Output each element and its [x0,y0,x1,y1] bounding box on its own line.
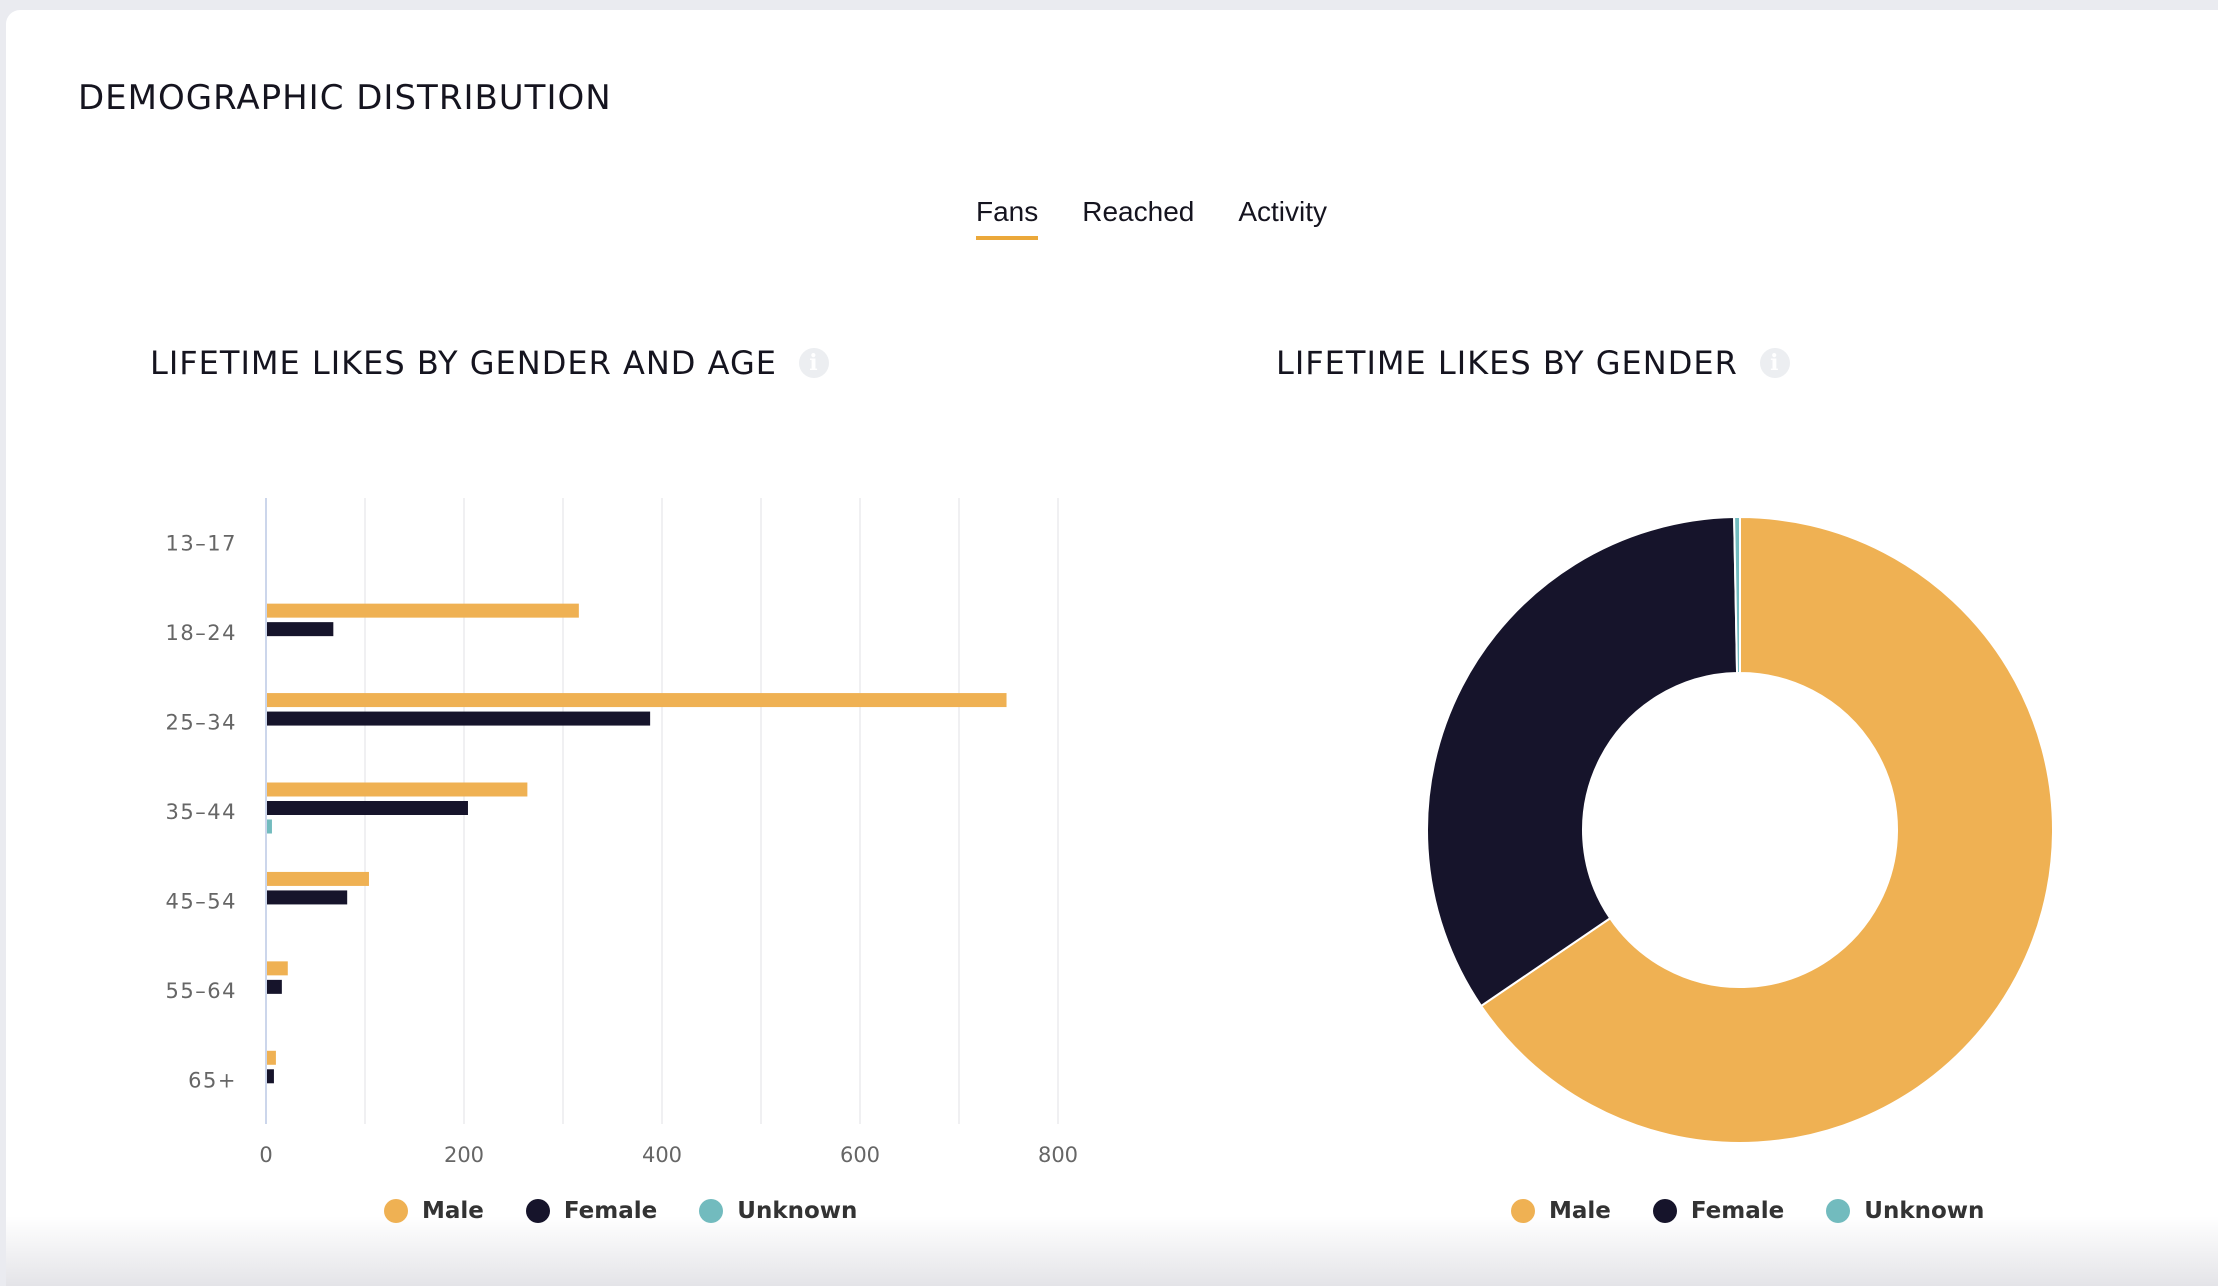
legend-label: Female [1690,1198,1785,1224]
donut-chart-legend: Male Female Unknown [1511,1198,1984,1224]
legend-dot-unknown [699,1199,724,1223]
legend-dot-male [1511,1199,1535,1223]
legend-label: Unknown [1864,1198,1985,1224]
legend-dot-male [384,1199,408,1223]
legend-item-female[interactable]: Female [525,1198,658,1224]
legend-item-male[interactable]: Male [1511,1198,1611,1224]
legend-label: Female [563,1198,658,1224]
donut-chart [1426,515,2054,1144]
legend-item-male[interactable]: Male [384,1198,484,1224]
legend-label: Male [422,1198,484,1224]
bar-chart-legend: Male Female Unknown [384,1198,857,1224]
legend-item-unknown[interactable]: Unknown [1826,1198,1984,1224]
legend-dot-unknown [1826,1199,1851,1223]
legend-label: Male [1549,1198,1611,1224]
legend-item-unknown[interactable]: Unknown [699,1198,857,1224]
legend-label: Unknown [737,1198,858,1224]
legend-dot-female [1652,1199,1677,1223]
legend-dot-female [525,1199,550,1223]
bottom-fade [6,1216,2218,1286]
legend-item-female[interactable]: Female [1652,1198,1785,1224]
donut-slice-female[interactable] [1426,516,1739,1008]
